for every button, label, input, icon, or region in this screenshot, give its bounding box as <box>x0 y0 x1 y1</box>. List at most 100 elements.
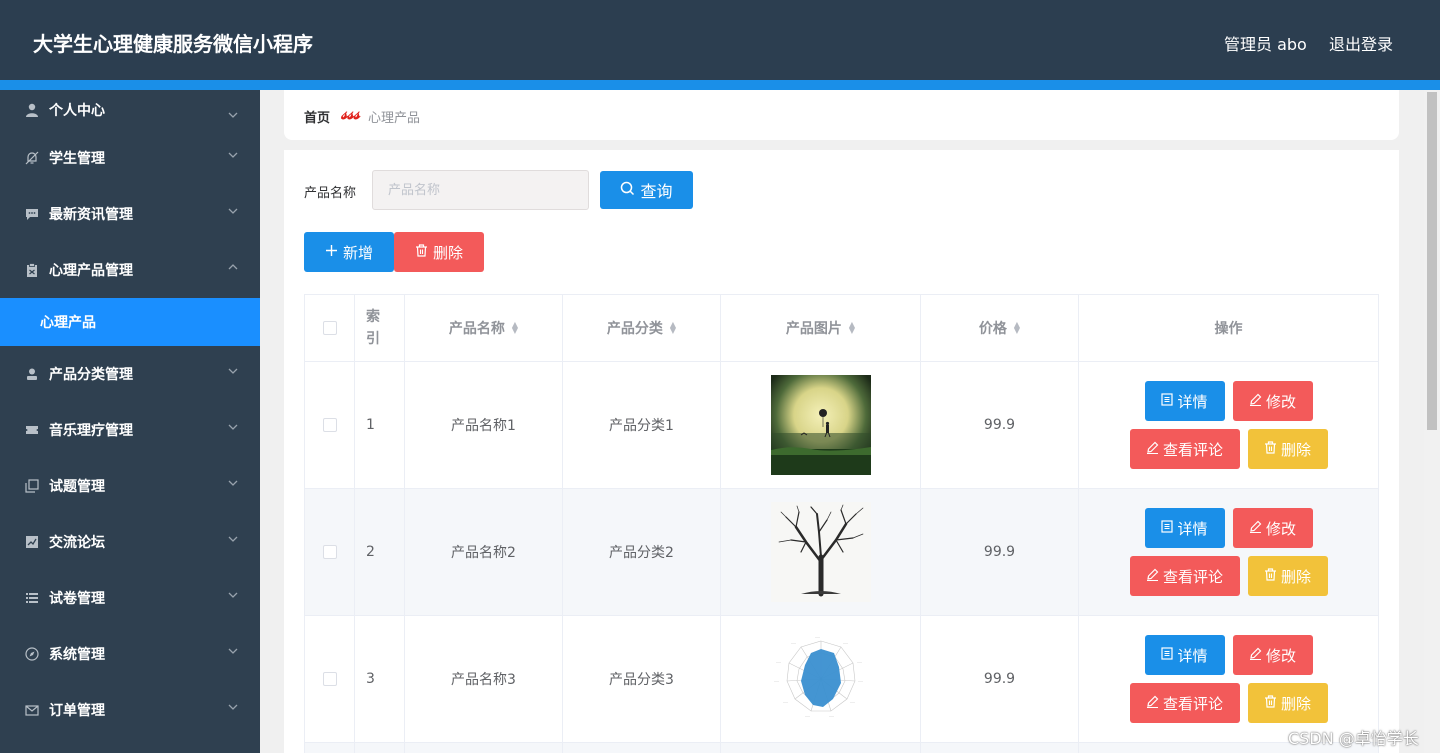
sidebar-item-questions[interactable]: 试题管理 <box>0 458 260 514</box>
row-category: 产品分类3 <box>563 616 721 742</box>
delete-button[interactable]: 删除 <box>1247 556 1328 596</box>
view-comments-button-label: 查看评论 <box>1162 694 1223 713</box>
chevron-down-icon <box>227 701 239 713</box>
delete-button-label: 删除 <box>1280 440 1311 459</box>
document-icon <box>1161 646 1174 664</box>
query-button[interactable]: 查询 <box>600 171 693 209</box>
compass-icon <box>24 646 40 662</box>
svg-text:.....: ..... <box>829 714 834 718</box>
sort-icon[interactable]: ▲ ▼ <box>849 321 855 335</box>
edit-button[interactable]: 修改 <box>1232 508 1313 548</box>
sidebar-item-news[interactable]: 最新资讯管理 <box>0 186 260 242</box>
chevron-down-icon <box>227 109 239 121</box>
view-comments-button[interactable]: 查看评论 <box>1129 683 1240 723</box>
row-image-cell: ..... ..... ..... ..... ..... ..... ....… <box>721 616 921 742</box>
header-name-label: 产品名称 <box>448 321 505 337</box>
product-table: 索引 产品名称 ▲▼ 产品分类 ▲▼ 产品图片 ▲▼ 价格 ▲▼ 操作 <box>304 294 1379 753</box>
row-checkbox-cell <box>305 362 355 488</box>
detail-button[interactable]: 详情 <box>1144 508 1225 548</box>
sidebar-subitem-products[interactable]: 心理产品 <box>0 298 260 346</box>
sidebar-item-orders[interactable]: 订单管理 <box>0 682 260 738</box>
sidebar-item-system[interactable]: 系统管理 <box>0 626 260 682</box>
sidebar-item-students[interactable]: 学生管理 <box>0 130 260 186</box>
sidebar-item-categories[interactable]: 产品分类管理 <box>0 346 260 402</box>
pencil-icon <box>1146 568 1159 585</box>
row-price: 99.9 <box>921 616 1079 742</box>
row-checkbox-cell <box>305 489 355 615</box>
search-label: 产品名称 <box>304 186 357 201</box>
pencil-icon <box>1249 520 1262 537</box>
chevron-up-icon <box>227 261 239 273</box>
edit-button-label: 修改 <box>1265 519 1296 538</box>
header-category[interactable]: 产品分类 ▲ ▼ <box>563 295 721 361</box>
header-price-label: 价格 <box>978 321 1007 337</box>
row-checkbox[interactable] <box>322 672 337 686</box>
sidebar-item-forum[interactable]: 交流论坛 <box>0 514 260 570</box>
row-name: 产品名称2 <box>405 489 563 615</box>
view-comments-button-label: 查看评论 <box>1162 567 1223 586</box>
chat-icon <box>24 206 40 222</box>
sidebar-item-label: 个人中心 <box>49 103 105 119</box>
pencil-icon <box>1249 393 1262 410</box>
clipboard-icon <box>24 262 40 278</box>
svg-text:.....: ..... <box>850 700 855 704</box>
row-category <box>563 743 721 753</box>
sidebar-item-label: 心理产品管理 <box>49 263 133 279</box>
document-icon <box>1161 392 1174 410</box>
sort-icon[interactable]: ▲ ▼ <box>670 321 676 335</box>
sidebar-menu: 个人中心 学生管理 最新资讯管理 心理产品管理 心理产品 产品分类管理 音乐理疗… <box>0 90 260 753</box>
breadcrumb-home[interactable]: 首页 <box>304 107 330 126</box>
edit-button[interactable]: 修改 <box>1232 381 1313 421</box>
sidebar-item-papers[interactable]: 试卷管理 <box>0 570 260 626</box>
breadcrumb: 首页 𝓈𝓈𝓈 心理产品 <box>284 90 1399 140</box>
query-button-label: 查询 <box>640 182 673 201</box>
sidebar-item-music[interactable]: 音乐理疗管理 <box>0 402 260 458</box>
svg-text:.....: ..... <box>843 641 848 645</box>
detail-button-label: 详情 <box>1177 392 1208 411</box>
row-checkbox[interactable] <box>322 545 337 559</box>
edit-button[interactable]: 修改 <box>1232 635 1313 675</box>
chevron-down-icon <box>227 589 239 601</box>
scrollbar-thumb[interactable] <box>1427 92 1437 430</box>
header-index: 索引 <box>355 295 405 361</box>
edit-button-label: 修改 <box>1265 646 1296 665</box>
detail-button[interactable]: 详情 <box>1144 381 1225 421</box>
header-price[interactable]: 价格 ▲ ▼ <box>921 295 1079 361</box>
view-comments-button[interactable]: 查看评论 <box>1129 429 1240 469</box>
detail-button-label: 详情 <box>1177 646 1208 665</box>
trash-icon <box>1264 440 1277 458</box>
copy-icon <box>24 478 40 494</box>
logout-link[interactable]: 退出登录 <box>1329 31 1393 55</box>
sidebar-item-label: 订单管理 <box>49 703 105 719</box>
add-button[interactable]: 新增 <box>304 232 394 272</box>
row-index: 1 <box>355 362 405 488</box>
delete-button[interactable]: 删除 <box>1247 429 1328 469</box>
product-image-radar: ..... ..... ..... ..... ..... ..... ....… <box>770 629 871 729</box>
plus-icon <box>325 244 338 261</box>
sidebar-item-label: 产品分类管理 <box>49 367 133 383</box>
view-comments-button[interactable]: 查看评论 <box>1129 556 1240 596</box>
svg-text:.....: ..... <box>776 660 781 664</box>
batch-delete-button[interactable]: 删除 <box>394 232 484 272</box>
header-image[interactable]: 产品图片 ▲ ▼ <box>721 295 921 361</box>
sort-icon[interactable]: ▲ ▼ <box>1014 321 1020 335</box>
row-index: 3 <box>355 616 405 742</box>
sidebar-item-products[interactable]: 心理产品管理 <box>0 242 260 298</box>
row-category: 产品分类2 <box>563 489 721 615</box>
page-scrollbar[interactable] <box>1424 90 1440 753</box>
row-checkbox[interactable] <box>322 418 337 432</box>
select-all-checkbox[interactable] <box>322 321 337 335</box>
sort-icon[interactable]: ▲ ▼ <box>512 321 518 335</box>
delete-button-label: 删除 <box>1280 567 1311 586</box>
delete-button[interactable]: 删除 <box>1247 683 1328 723</box>
sidebar-item-personal-center[interactable]: 个人中心 <box>0 90 260 130</box>
user-icon <box>24 366 40 382</box>
svg-text:.....: ..... <box>805 714 810 718</box>
top-header: 大学生心理健康服务微信小程序 管理员 abo 退出登录 <box>0 0 1440 80</box>
header-image-label: 产品图片 <box>785 321 842 337</box>
row-price: 99.9 <box>921 489 1079 615</box>
product-name-search-input[interactable] <box>372 170 589 210</box>
header-name[interactable]: 产品名称 ▲ ▼ <box>405 295 563 361</box>
detail-button[interactable]: 详情 <box>1144 635 1225 675</box>
trash-icon <box>415 243 428 261</box>
